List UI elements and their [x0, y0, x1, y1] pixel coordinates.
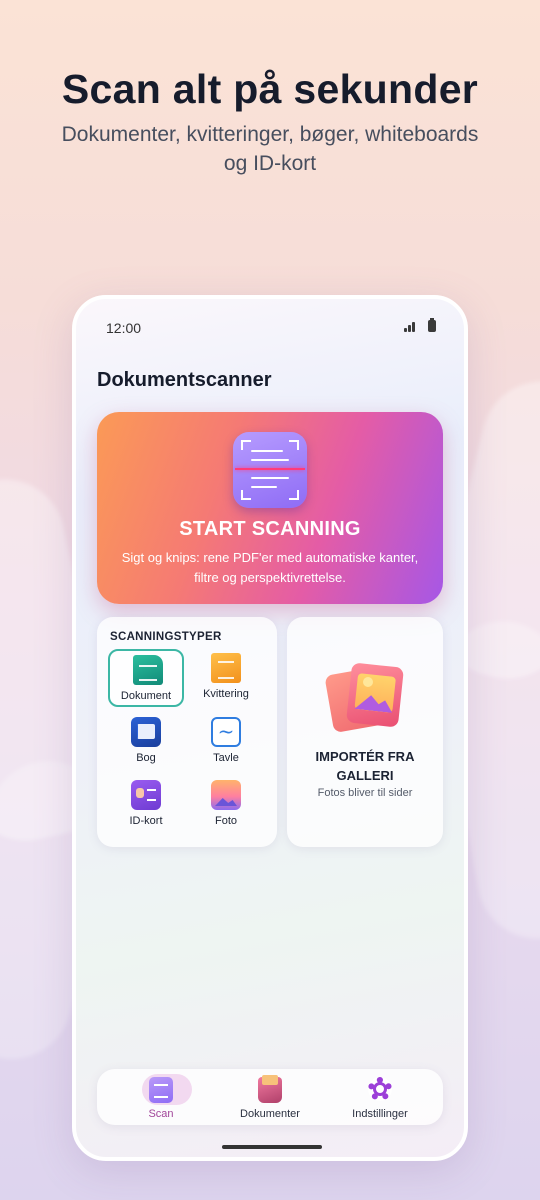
signal-icon: [404, 320, 418, 332]
nav-label: Dokumenter: [240, 1108, 300, 1120]
scan-type-label: Kvittering: [203, 688, 249, 700]
folder-icon: [258, 1075, 282, 1103]
scan-type-label: Dokument: [120, 690, 172, 702]
nav-item-settings[interactable]: Indstillinger: [325, 1069, 435, 1125]
status-time: 12:00: [106, 320, 142, 336]
nav-item-scan[interactable]: Scan: [106, 1069, 216, 1125]
import-title-line: IMPORTÉR FRA: [315, 749, 415, 764]
home-indicator[interactable]: [222, 1145, 322, 1149]
photo-icon: [211, 780, 241, 810]
import-from-gallery-button[interactable]: IMPORTÉR FRA GALLERI Fotos bliver til si…: [287, 617, 443, 847]
scan-document-icon: [233, 432, 307, 508]
scan-type-receipt[interactable]: Kvittering: [188, 649, 264, 707]
description-line: Sigt og knips: rene PDF'er med automatis…: [121, 550, 419, 565]
app-title: Dokumentscanner: [97, 369, 272, 391]
id-card-icon: [131, 780, 161, 810]
hero-title: Scan alt på sekunder: [61, 66, 479, 112]
battery-icon: [428, 318, 436, 332]
receipt-icon: [211, 653, 241, 683]
scan-types-heading: SCANNINGSTYPER: [110, 631, 222, 643]
scan-type-photo[interactable]: Foto: [188, 776, 264, 834]
hero-subtitle: Dokumenter, kvitteringer, bøger, whitebo…: [40, 120, 500, 178]
import-subtitle: Fotos bliver til sider: [317, 787, 413, 799]
nav-item-documents[interactable]: Dokumenter: [215, 1069, 325, 1125]
gallery-icon: [324, 662, 405, 735]
status-icons: [404, 318, 436, 332]
scan-type-label: Tavle: [213, 752, 239, 764]
scan-type-id-card[interactable]: ID-kort: [108, 776, 184, 834]
whiteboard-icon: [211, 717, 241, 747]
hero-subtitle-line: Dokumenter, kvitteringer, bøger, whitebo…: [61, 123, 479, 146]
import-title-line: GALLERI: [336, 768, 394, 783]
hero-subtitle-line: og ID-kort: [223, 152, 317, 175]
gear-icon: [368, 1077, 392, 1101]
description-line: filtre og perspektivrettelse.: [194, 570, 346, 585]
start-scanning-title: START SCANNING: [179, 518, 361, 540]
nav-label: Indstillinger: [352, 1108, 408, 1120]
bottom-navigation: Scan Dokumenter Indstillinger: [97, 1069, 443, 1125]
start-scanning-description: Sigt og knips: rene PDF'er med automatis…: [111, 548, 429, 588]
scan-type-label: Bog: [136, 752, 156, 764]
phone-frame: 12:00 Dokumentscanner START SCANNING Sig…: [72, 295, 468, 1161]
start-scanning-button[interactable]: START SCANNING Sigt og knips: rene PDF'e…: [97, 412, 443, 604]
scan-type-label: Foto: [214, 815, 237, 827]
book-icon: [131, 717, 161, 747]
document-icon: [133, 655, 163, 685]
scan-icon: [149, 1077, 173, 1103]
scan-type-label: ID-kort: [129, 815, 163, 827]
scan-type-document[interactable]: Dokument: [108, 649, 184, 707]
scan-types-card: SCANNINGSTYPER Dokument Kvittering Bog T…: [97, 617, 277, 847]
nav-label: Scan: [148, 1108, 174, 1120]
scan-type-whiteboard[interactable]: Tavle: [188, 713, 264, 771]
import-title: IMPORTÉR FRA GALLERI: [287, 747, 443, 785]
scan-type-book[interactable]: Bog: [108, 713, 184, 771]
